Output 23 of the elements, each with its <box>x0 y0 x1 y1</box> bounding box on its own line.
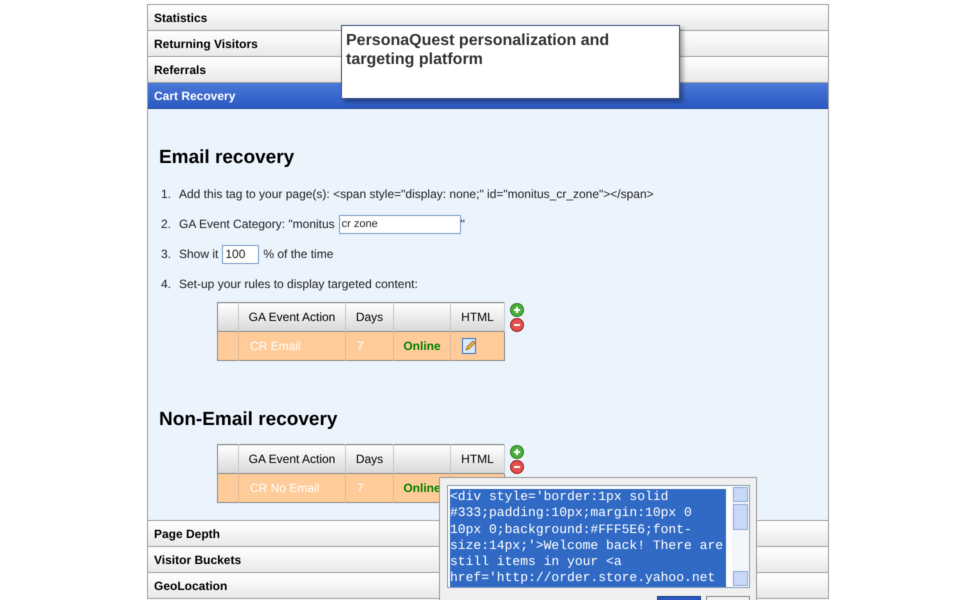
table-cell: CR No Email <box>238 474 346 502</box>
column-header: HTML <box>450 444 504 474</box>
step-text: Add this tag to your page(s): <span style="display: none;" id="monitus_cr_zone"></span> <box>179 186 654 203</box>
quote-text: " <box>460 216 465 233</box>
column-header: Days <box>346 444 394 474</box>
column-header: GA Event Action <box>238 444 346 474</box>
step-text: Show it <box>179 246 218 263</box>
section-heading: Non-Email recovery <box>159 408 338 430</box>
tooltip: PersonaQuest personalization and targeting platform <box>341 25 680 99</box>
table-cell: 7 <box>346 332 394 360</box>
column-header: GA Event Action <box>238 302 346 332</box>
table-cell: 7 <box>346 474 394 502</box>
step-number: 1. <box>161 186 172 203</box>
table-cell: CR Email <box>238 332 346 360</box>
step-text: % of the time <box>263 246 334 263</box>
step-number: 4. <box>161 276 172 293</box>
column-header: Days <box>346 302 394 332</box>
step-number: 2. <box>161 216 172 233</box>
section-heading: Email recovery <box>159 146 296 168</box>
step-text: Set-up your rules to display targeted content: <box>179 276 418 293</box>
step-text: GA Event Category: "monitus <box>179 216 335 233</box>
step-number: 3. <box>161 246 172 263</box>
column-header: HTML <box>450 302 504 332</box>
